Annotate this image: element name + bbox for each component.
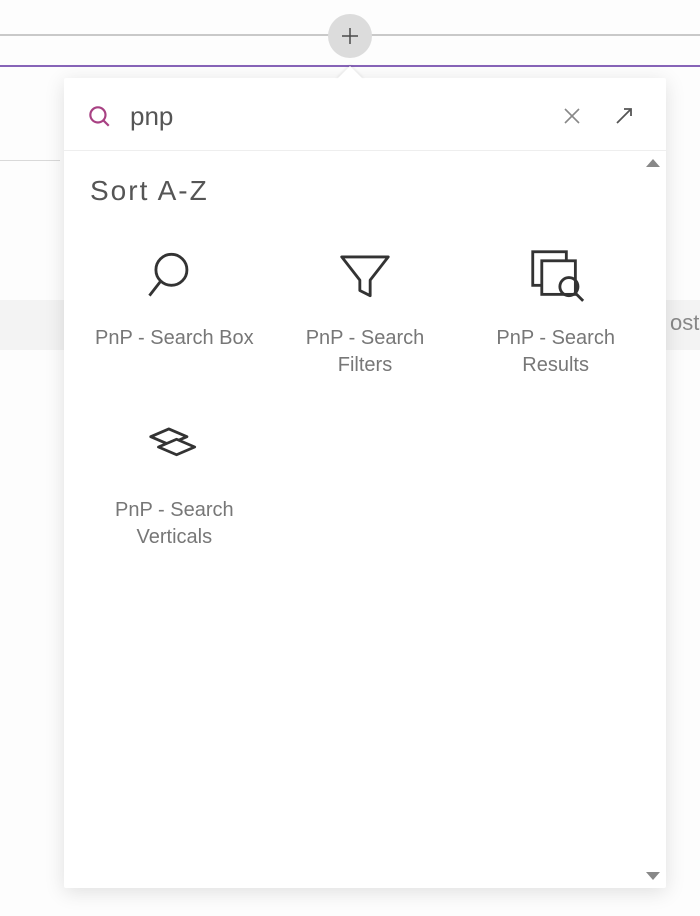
layers-icon — [138, 411, 210, 483]
scroll-up-arrow[interactable] — [646, 159, 660, 167]
results-icon — [520, 239, 592, 311]
webpart-item-label: PnP - Search Results — [476, 325, 636, 379]
background-partial-text: ost — [670, 310, 700, 336]
webpart-picker-panel: Sort A-Z PnP - Search Box PnP - Sear — [64, 78, 666, 888]
expand-panel-button[interactable] — [604, 96, 644, 136]
search-input[interactable] — [130, 101, 540, 132]
search-icon — [138, 239, 210, 311]
webpart-item-label: PnP - Search Verticals — [94, 497, 254, 551]
webpart-item-label: PnP - Search Filters — [285, 325, 445, 379]
panel-callout-arrow — [336, 66, 364, 80]
panel-body: Sort A-Z PnP - Search Box PnP - Sear — [64, 151, 666, 888]
webpart-item-label: PnP - Search Box — [95, 325, 254, 352]
webpart-item-pnp-search-results[interactable]: PnP - Search Results — [465, 239, 646, 379]
funnel-icon — [329, 239, 401, 311]
sort-header[interactable]: Sort A-Z — [64, 151, 666, 215]
plus-icon — [338, 24, 362, 48]
webpart-grid: PnP - Search Box PnP - Search Filters — [64, 215, 666, 571]
scroll-down-arrow[interactable] — [646, 872, 660, 880]
expand-icon — [612, 104, 636, 128]
webpart-item-pnp-search-box[interactable]: PnP - Search Box — [84, 239, 265, 379]
search-icon — [86, 103, 112, 129]
page-divider-mid — [0, 160, 60, 161]
search-row — [64, 78, 666, 151]
webpart-item-pnp-search-filters[interactable]: PnP - Search Filters — [275, 239, 456, 379]
close-icon — [560, 104, 584, 128]
clear-search-button[interactable] — [552, 96, 592, 136]
add-webpart-button[interactable] — [328, 14, 372, 58]
webpart-item-pnp-search-verticals[interactable]: PnP - Search Verticals — [84, 411, 265, 551]
